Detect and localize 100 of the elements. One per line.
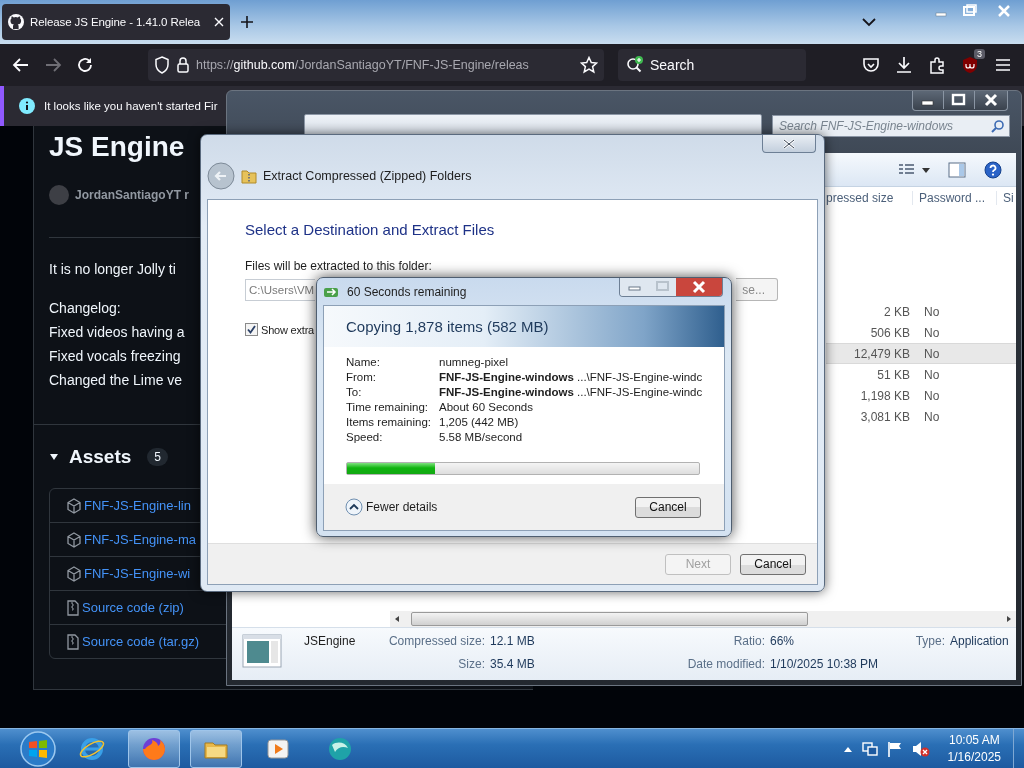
dialog-button[interactable]: Cancel — [740, 553, 806, 575]
field-value: Application — [950, 634, 1010, 648]
file-row[interactable]: 3,081 KB No — [826, 406, 1016, 427]
taskbar-button[interactable] — [190, 729, 242, 768]
file-row[interactable]: 506 KB No — [826, 322, 1016, 343]
application-file-icon — [242, 634, 282, 668]
speaker-muted-icon[interactable] — [911, 740, 930, 757]
field-value: 66% — [770, 634, 796, 648]
size-cell-text: 12,479 KB — [852, 346, 911, 361]
folder-label: Files will be extracted to this folder: — [245, 258, 433, 274]
taskbar-button[interactable] — [128, 729, 180, 768]
clock[interactable]: 10:05 AM 1/16/2025 — [947, 731, 1001, 766]
column-header[interactable]: Password ... — [912, 191, 996, 205]
file-row[interactable]: 51 KB No — [826, 364, 1016, 385]
field-label: Ratio: — [732, 634, 766, 648]
menu-icon[interactable] — [994, 56, 1012, 74]
detail-value: 1,205 (442 MB) — [439, 415, 520, 430]
checkbox-label: Show extra — [261, 323, 315, 336]
help-icon[interactable] — [984, 160, 1002, 179]
release-text: It is no longer Jolly ti — [49, 260, 176, 279]
close-button[interactable] — [762, 135, 816, 153]
asset-link[interactable]: Source code (zip) — [82, 600, 184, 615]
package-icon — [66, 531, 82, 548]
new-tab-icon[interactable] — [240, 15, 254, 29]
zip-file-icon — [66, 633, 80, 650]
dialog-title: 60 Seconds remaining — [347, 284, 468, 299]
network-icon[interactable] — [861, 740, 878, 757]
scroll-right-icon[interactable] — [1005, 615, 1013, 623]
bookmark-star-icon[interactable] — [580, 56, 598, 74]
password-cell-text: No — [923, 304, 941, 319]
info-icon — [19, 98, 35, 114]
file-row[interactable]: 1,198 KB No — [826, 385, 1016, 406]
clock-date: 1/16/2025 — [947, 748, 1001, 766]
tab-title: Release JS Engine - 1.41.0 Relea — [30, 16, 202, 28]
lock-icon — [176, 56, 190, 74]
start-orb-icon[interactable] — [18, 729, 58, 768]
close-tab-icon[interactable] — [214, 17, 224, 27]
field-label: Type: — [914, 634, 946, 648]
asset-count: 5 — [147, 448, 168, 466]
asset-link[interactable]: FNF-JS-Engine-ma — [84, 532, 196, 547]
expanded-triangle-icon[interactable] — [49, 452, 59, 462]
detail-value: About 60 Seconds — [439, 400, 534, 415]
size-cell-text: 51 KB — [876, 367, 911, 382]
file-name: JSEngine — [304, 634, 357, 648]
forward-icon[interactable] — [44, 56, 62, 74]
field-value: 12.1 MB — [490, 634, 536, 648]
package-icon — [66, 497, 82, 514]
asset-link[interactable]: Source code (tar.gz) — [82, 634, 200, 649]
changelog-line: Changelog: — [49, 299, 121, 318]
shield-extension-icon[interactable] — [961, 56, 979, 74]
column-header[interactable]: Si — [996, 191, 1016, 205]
password-cell-text: No — [923, 367, 941, 382]
detail-value: numneg-pixel — [439, 355, 510, 370]
package-icon — [66, 565, 82, 582]
search-field[interactable]: Search — [618, 49, 806, 81]
horizontal-scrollbar[interactable] — [390, 611, 1016, 627]
close-icon[interactable] — [676, 278, 722, 296]
flag-icon[interactable] — [886, 740, 903, 757]
size-cell-text: 2 KB — [883, 304, 911, 319]
changelog-line: Changed the Lime ve — [49, 371, 183, 390]
pocket-icon[interactable] — [862, 56, 880, 74]
file-row[interactable]: 12,479 KB No — [826, 343, 1016, 364]
detail-label: To: — [346, 385, 363, 400]
detail-label: Name: — [346, 355, 381, 370]
detail-value: FNF-JS-Engine-windows ...\FNF-JS-Engine-windc — [439, 370, 704, 385]
zip-file-icon — [66, 599, 80, 616]
details-toggle[interactable]: Fewer details — [366, 500, 438, 514]
checkbox[interactable] — [245, 323, 258, 336]
password-cell-text: No — [923, 388, 941, 403]
view-options-icon[interactable] — [898, 162, 930, 177]
asset-link[interactable]: FNF-JS-Engine-lin — [84, 498, 191, 513]
url-text: https://github.com/JordanSantiagoYT/FNF-JS-Engine/releas — [196, 58, 530, 72]
field-label: Compressed size: — [387, 634, 486, 648]
address-bar[interactable]: https://github.com/JordanSantiagoYT/FNF-JS-Engine/releas — [148, 49, 604, 81]
puzzle-icon[interactable] — [928, 56, 946, 74]
extension-badge: 3 — [974, 49, 985, 59]
reload-icon[interactable] — [76, 56, 94, 74]
browser-tab[interactable]: Release JS Engine - 1.41.0 Relea — [2, 4, 230, 40]
search-icon — [626, 56, 644, 74]
close-icon — [783, 138, 795, 149]
column-header[interactable]: pressed size — [826, 191, 894, 205]
collapse-icon[interactable] — [345, 498, 363, 516]
github-icon — [8, 14, 24, 30]
detail-label: Speed: — [346, 430, 384, 445]
copy-heading: Copying 1,878 items (582 MB) — [324, 306, 724, 347]
folder-path-field[interactable]: C:\Users\VM — [245, 278, 315, 301]
asset-link[interactable]: FNF-JS-Engine-wi — [84, 566, 191, 581]
scroll-left-icon[interactable] — [393, 615, 401, 623]
password-cell-text: No — [923, 325, 941, 340]
download-icon[interactable] — [895, 56, 913, 74]
file-row[interactable]: 2 KB No — [826, 301, 1016, 322]
author-name[interactable]: JordanSantiagoYT r — [75, 188, 190, 202]
field-label: Size: — [457, 657, 486, 671]
list-tabs-icon[interactable] — [862, 17, 876, 27]
back-icon[interactable] — [12, 56, 30, 74]
shield-icon — [154, 56, 170, 74]
search-icon — [991, 119, 1005, 133]
password-cell-text: No — [923, 409, 941, 424]
assets-heading[interactable]: Assets — [69, 446, 132, 468]
cancel-button[interactable]: Cancel — [635, 496, 701, 518]
